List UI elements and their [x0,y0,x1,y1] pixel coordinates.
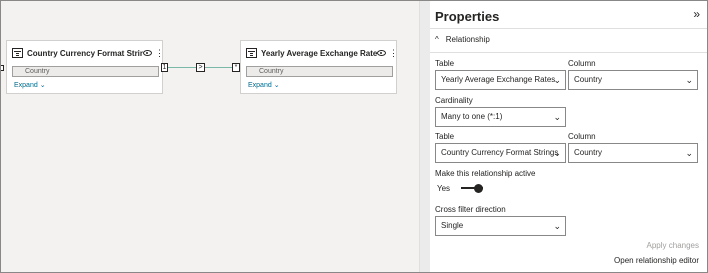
chevron-down-icon: ⌄ [685,148,693,158]
cardinality-one-marker: 1 [161,63,168,72]
apply-changes-button[interactable]: Apply changes [647,241,699,250]
filter-direction-icon: > [196,63,205,72]
model-canvas[interactable]: Country Currency Format Strings ⋮ Countr… [1,1,419,272]
more-options-icon[interactable]: ⋮ [389,49,398,58]
crossfilter-label: Cross filter direction [435,205,506,214]
relationship-section-header[interactable]: ^ Relationship [435,35,490,44]
table2-label: Table [435,132,455,141]
cardinality-label: Cardinality [435,96,473,105]
cardinality-select[interactable]: Many to one (*:1) ⌄ [435,107,566,127]
table-card-country-currency[interactable]: Country Currency Format Strings ⋮ Countr… [6,40,164,94]
chevron-down-icon: ⌄ [553,221,561,231]
collapse-pane-icon[interactable]: » [693,7,700,21]
chevron-down-icon: ⌄ [273,82,280,89]
visibility-icon[interactable] [377,50,386,56]
visibility-icon[interactable] [143,50,152,56]
column1-label: Column [568,59,596,68]
active-label: Make this relationship active [435,169,536,178]
column2-label: Column [568,132,596,141]
chevron-down-icon: ⌄ [685,75,693,85]
table1-select[interactable]: Yearly Average Exchange Rates ⌄ [435,70,566,90]
chevron-down-icon: ⌄ [39,82,46,89]
properties-pane: Properties » ^ Relationship Table Column… [430,1,707,272]
column1-select[interactable]: Country ⌄ [568,70,698,90]
table-card-yearly-average[interactable]: Yearly Average Exchange Rates ⋮ Country … [240,40,398,94]
more-options-icon[interactable]: ⋮ [155,49,164,58]
properties-title: Properties [435,9,500,24]
table-icon [246,48,257,58]
table-card-header: Country Currency Format Strings ⋮ [12,46,164,60]
table-icon [12,48,23,58]
pane-splitter[interactable] [419,1,430,272]
expand-button[interactable]: Expand ⌄ [248,81,280,89]
chevron-down-icon: ⌄ [553,112,561,122]
crossfilter-select[interactable]: Single ⌄ [435,216,566,236]
field-country[interactable]: Country [246,66,393,77]
chevron-down-icon: ⌄ [553,148,561,158]
section-label: Relationship [445,35,490,44]
divider [430,28,707,29]
active-toggle-state: Yes [437,184,451,193]
table1-label: Table [435,59,455,68]
column2-select[interactable]: Country ⌄ [568,143,698,163]
open-relationship-editor-link[interactable]: Open relationship editor [614,256,699,265]
table2-select[interactable]: Country Currency Format Strings ⌄ [435,143,566,163]
divider [430,52,707,53]
active-toggle-knob[interactable] [474,184,483,193]
chevron-down-icon: ⌄ [553,75,561,85]
table-card-title: Yearly Average Exchange Rates [261,48,377,58]
expand-button[interactable]: Expand ⌄ [14,81,46,89]
table-card-header: Yearly Average Exchange Rates ⋮ [246,46,398,60]
table-card-title: Country Currency Format Strings [27,48,143,58]
chevron-up-icon: ^ [435,35,439,44]
connector-stub [1,65,4,71]
cardinality-many-marker: * [232,63,240,72]
field-country[interactable]: Country [12,66,159,77]
